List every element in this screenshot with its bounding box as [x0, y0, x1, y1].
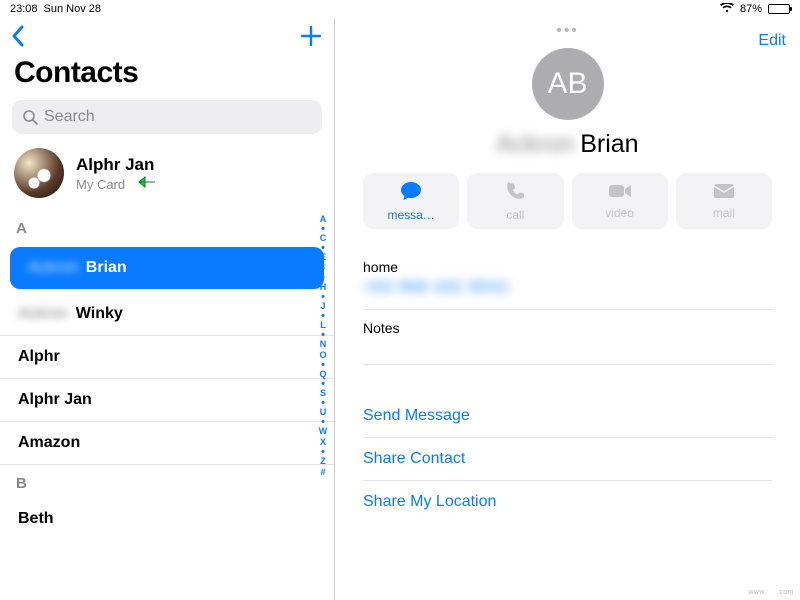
message-button[interactable]: messa…	[363, 173, 459, 229]
contact-row-last: Beth	[18, 510, 54, 528]
page-title: Contacts	[0, 54, 334, 100]
status-time: 23:08	[10, 3, 38, 15]
share-location-link[interactable]: Share My Location	[363, 480, 772, 523]
call-button[interactable]: call	[467, 173, 563, 229]
mail-button[interactable]: mail	[676, 173, 772, 229]
contact-row[interactable]: Ackron Winky	[0, 293, 334, 336]
contact-row-last: Alphr Jan	[18, 391, 92, 409]
contact-row-last: Alphr	[18, 348, 60, 366]
send-message-link[interactable]: Send Message	[363, 395, 772, 437]
contact-list[interactable]: A Ackron Brian Ackron Winky Alphr Alphr …	[0, 210, 334, 600]
notes-label: Notes	[363, 320, 772, 348]
my-card-subtitle: My Card	[76, 177, 125, 192]
section-header-b: B	[0, 465, 334, 498]
wifi-icon	[720, 3, 734, 16]
video-button[interactable]: video	[572, 173, 668, 229]
watermark: www. .com	[748, 589, 794, 596]
message-icon	[400, 181, 422, 205]
contact-avatar: AB	[532, 48, 604, 120]
contacts-sidebar: Contacts Search Alphr Jan My Card A Ackr…	[0, 18, 335, 600]
contact-detail-pane: ••• Edit AB Ackron Brian messa… call	[335, 18, 800, 600]
contact-row[interactable]: Alphr	[0, 336, 334, 379]
contact-row-last: Winky	[76, 305, 123, 323]
phone-label: home	[363, 259, 772, 275]
contact-row[interactable]: Amazon	[0, 422, 334, 465]
multitask-indicator-icon[interactable]: •••	[556, 22, 579, 40]
status-bar: 23:08 Sun Nov 28 87%	[0, 0, 800, 18]
battery-icon	[768, 4, 790, 14]
my-card-name: Alphr Jan	[76, 155, 157, 175]
contact-row-last: Brian	[86, 259, 127, 277]
annotation-arrow-icon	[135, 175, 157, 192]
video-icon	[608, 183, 632, 203]
edit-button[interactable]: Edit	[758, 32, 786, 50]
add-contact-button[interactable]	[300, 24, 322, 52]
back-button[interactable]	[10, 24, 26, 52]
contact-row[interactable]: Beth	[0, 498, 334, 540]
contact-row-last: Amazon	[18, 434, 80, 452]
phone-value: +63 968 432 9543	[363, 279, 772, 297]
my-card-avatar	[14, 148, 64, 198]
my-card-row[interactable]: Alphr Jan My Card	[0, 144, 334, 210]
phone-icon	[505, 181, 525, 205]
notes-field[interactable]: Notes	[363, 310, 772, 365]
contact-name: Ackron Brian	[335, 130, 800, 159]
mail-icon	[713, 183, 735, 203]
alphabet-index[interactable]: A• C• EF• H• J• L• NO• Q• S• U• WX• Z#	[316, 210, 330, 600]
share-contact-link[interactable]: Share Contact	[363, 437, 772, 480]
battery-percent: 87%	[740, 3, 762, 15]
contact-row[interactable]: Alphr Jan	[0, 379, 334, 422]
status-date: Sun Nov 28	[44, 3, 101, 15]
search-placeholder: Search	[44, 108, 95, 126]
search-icon	[22, 109, 38, 125]
phone-field[interactable]: home +63 968 432 9543	[363, 249, 772, 310]
section-header-a: A	[0, 210, 334, 243]
search-input[interactable]: Search	[12, 100, 322, 134]
contact-row[interactable]: Ackron Brian	[10, 247, 324, 289]
